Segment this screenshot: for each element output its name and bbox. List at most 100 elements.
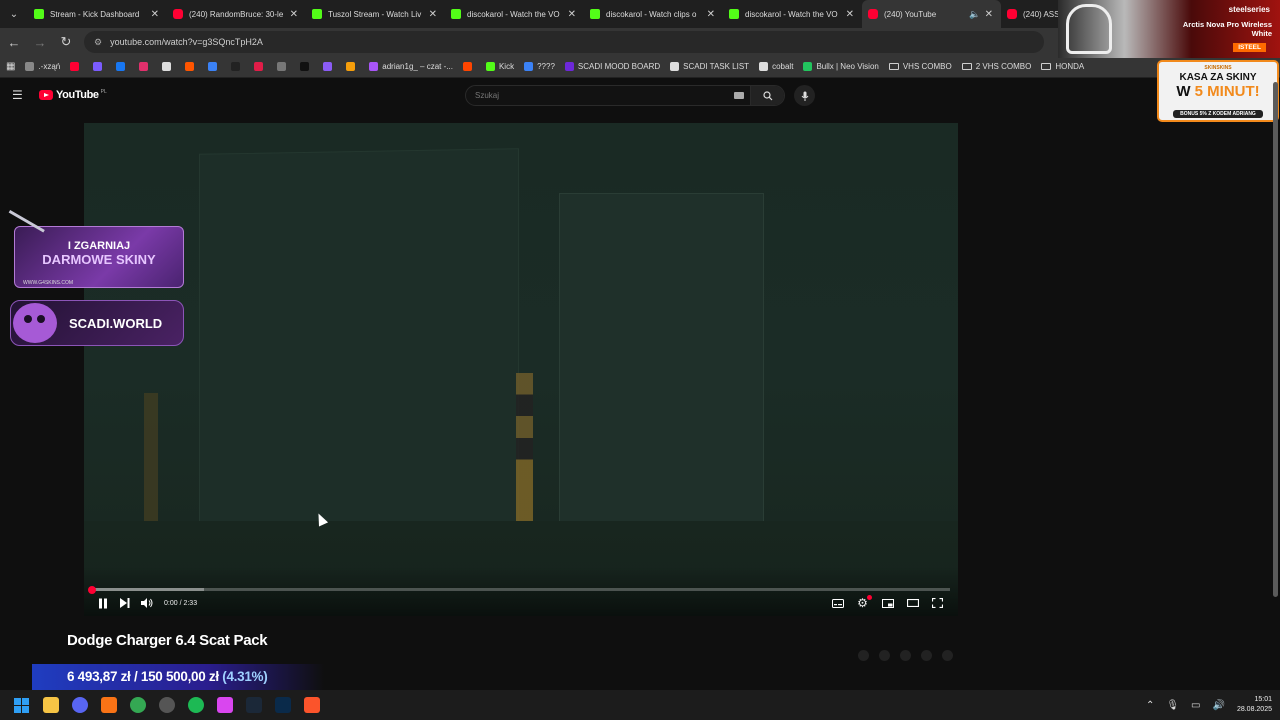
bookmark-item[interactable]: cobalt [759, 62, 793, 71]
page-scrollbar[interactable] [1273, 82, 1278, 597]
bookmark-favicon-icon [185, 62, 195, 71]
bookmark-folder[interactable]: VHS COMBO [888, 62, 952, 71]
promo-line-2: DARMOWE SKINY [42, 252, 156, 267]
bookmark-label: ???? [537, 62, 555, 71]
tab-close-icon[interactable]: ✕ [290, 9, 298, 20]
bookmark-item[interactable]: ???? [524, 62, 555, 71]
start-button[interactable] [7, 690, 36, 720]
keyboard-icon[interactable] [734, 92, 744, 99]
taskbar-app-spotify[interactable] [181, 690, 210, 720]
bookmark-item[interactable] [231, 62, 244, 71]
tab-search-chevron-icon[interactable]: ⌄ [0, 0, 28, 28]
address-bar[interactable]: ⚙ youtube.com/watch?v=g3SQncTpH2A [84, 31, 1044, 53]
discord-icon [71, 697, 88, 713]
folder-icon [1041, 63, 1052, 70]
taskbar-app-discord[interactable] [65, 690, 94, 720]
bookmark-item[interactable] [346, 62, 359, 71]
next-button[interactable] [114, 593, 136, 613]
bookmark-favicon-icon [803, 62, 813, 71]
settings-button[interactable]: ⚙ [850, 593, 875, 613]
headphones-icon [1066, 4, 1112, 54]
taskbar-app-obs[interactable] [152, 690, 181, 720]
placeholder-dot [879, 650, 890, 661]
taskbar-app-steam[interactable] [239, 690, 268, 720]
brave-icon [303, 697, 320, 713]
taskbar-app-file-explorer[interactable] [36, 690, 65, 720]
bookmark-item[interactable] [116, 62, 129, 71]
bookmark-item[interactable]: adrian1g_ – czat -... [369, 62, 453, 71]
bookmark-item[interactable] [462, 62, 476, 71]
file-explorer-icon [42, 697, 59, 713]
bookmark-item[interactable] [323, 62, 336, 71]
bookmark-item[interactable] [300, 62, 313, 71]
ad-model: Arctis Nova Pro Wireless White [1182, 20, 1272, 38]
bookmark-item[interactable] [162, 62, 175, 71]
fullscreen-button[interactable] [925, 593, 950, 613]
tab-audio-icon[interactable]: 🔈 [969, 9, 980, 20]
browser-tab[interactable]: discokarol - Watch clips o ✕ [584, 0, 723, 28]
bookmark-item[interactable] [185, 62, 198, 71]
site-info-icon[interactable]: ⚙ [94, 37, 102, 48]
bookmark-item[interactable] [208, 62, 221, 71]
bookmark-item[interactable]: Bullx | Neo Vision [803, 62, 879, 71]
tab-close-icon[interactable]: ✕ [707, 9, 715, 20]
speaker-tray-icon[interactable]: 🔊 [1213, 700, 1225, 711]
clock[interactable]: 15:01 28.08.2025 [1237, 695, 1272, 715]
youtube-logo[interactable]: YouTube PL [39, 89, 107, 101]
tab-close-icon[interactable]: ✕ [985, 9, 993, 20]
video-player[interactable]: 0:00 / 2:33 ⚙ [84, 123, 958, 616]
theater-mode-button[interactable] [900, 593, 925, 613]
bookmark-folder[interactable]: 2 VHS COMBO [961, 62, 1031, 71]
subtitles-icon [831, 598, 844, 608]
bookmark-item[interactable] [139, 62, 152, 71]
video-scene-door-left [199, 148, 519, 549]
tab-close-icon[interactable]: ✕ [429, 9, 437, 20]
display-tray-icon[interactable]: ▭ [1191, 700, 1200, 711]
bookmark-item[interactable] [70, 62, 83, 71]
tab-close-icon[interactable]: ✕ [846, 9, 854, 20]
tray-chevron-icon[interactable]: ⌃ [1146, 700, 1154, 711]
bookmark-item[interactable] [93, 62, 106, 71]
voice-search-button[interactable] [794, 85, 815, 106]
forward-arrow-icon[interactable]: → [28, 30, 52, 54]
next-icon [120, 598, 130, 608]
youtube-favicon-icon [173, 9, 183, 19]
steelseries-ad-overlay: steelseries Arctis Nova Pro Wireless Whi… [1058, 0, 1280, 58]
progress-bar[interactable] [88, 585, 950, 594]
taskbar-app-brave[interactable] [297, 690, 326, 720]
apps-grid-icon[interactable]: ▦ [6, 61, 15, 72]
tab-close-icon[interactable]: ✕ [568, 9, 576, 20]
browser-tab[interactable]: Stream - Kick Dashboard ✕ [28, 0, 167, 28]
back-arrow-icon[interactable]: ← [2, 30, 26, 54]
browser-tab[interactable]: discokarol - Watch the VO ✕ [445, 0, 584, 28]
browser-tab[interactable]: (240) YouTube 🔈 ✕ [862, 0, 1001, 28]
bookmark-folder[interactable]: HONDA [1041, 62, 1084, 71]
search-box[interactable]: Szukaj [465, 85, 785, 106]
taskbar-app-chrome[interactable] [123, 690, 152, 720]
taskbar-app-app-gradient[interactable] [210, 690, 239, 720]
bookmark-item[interactable]: .-xząń [25, 62, 60, 71]
reload-icon[interactable]: ↻ [54, 30, 78, 54]
ad-side-logo: SKINSKINS [1204, 65, 1232, 71]
search-button[interactable] [750, 86, 784, 105]
subtitles-button[interactable] [825, 593, 850, 613]
volume-button[interactable] [136, 593, 158, 613]
bookmark-item[interactable] [254, 62, 267, 71]
taskbar-app-app-orange[interactable] [94, 690, 123, 720]
microphone-tray-icon[interactable]: 🎙 [1166, 700, 1179, 711]
bookmark-item[interactable]: SCADI TASK LIST [670, 62, 749, 71]
bookmark-item[interactable]: SCADI MOOD BOARD [564, 62, 660, 71]
bookmark-item[interactable] [277, 62, 290, 71]
bookmark-item[interactable]: Kick [485, 62, 514, 71]
browser-tab[interactable]: discokarol - Watch the VO ✕ [723, 0, 862, 28]
taskbar-app-lightroom[interactable] [268, 690, 297, 720]
app-gradient-icon [216, 697, 233, 713]
browser-tab[interactable]: Tuszol Stream - Watch Liv ✕ [306, 0, 445, 28]
pause-button[interactable] [92, 593, 114, 613]
tab-close-icon[interactable]: ✕ [151, 9, 159, 20]
hamburger-menu-icon[interactable]: ☰ [12, 88, 26, 102]
search-input[interactable]: Szukaj [475, 91, 499, 100]
browser-tab[interactable]: (240) RandomBruce: 30-le ✕ [167, 0, 306, 28]
scadi-mascot-icon [13, 303, 57, 343]
miniplayer-button[interactable] [875, 593, 900, 613]
